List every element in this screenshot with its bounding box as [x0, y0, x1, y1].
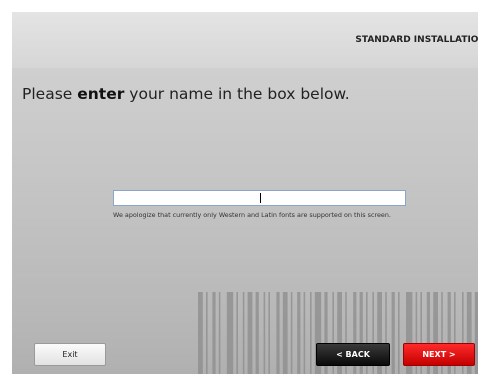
installation-type-title: STANDARD INSTALLATION	[355, 35, 478, 45]
installer-screen: STANDARD INSTALLATION Please enter your …	[12, 12, 478, 374]
instruction-suffix: your name in the box below.	[124, 85, 350, 103]
instruction-prefix: Please	[22, 85, 78, 103]
back-button[interactable]: < BACK	[316, 343, 390, 366]
exit-button[interactable]: Exit	[34, 343, 106, 366]
next-button[interactable]: NEXT >	[403, 343, 475, 366]
instruction-emphasis: enter	[77, 85, 125, 103]
font-support-notice: We apologize that currently only Western…	[113, 211, 391, 219]
page-instruction: Please enter your name in the box below.	[22, 85, 350, 103]
text-caret	[260, 193, 261, 203]
